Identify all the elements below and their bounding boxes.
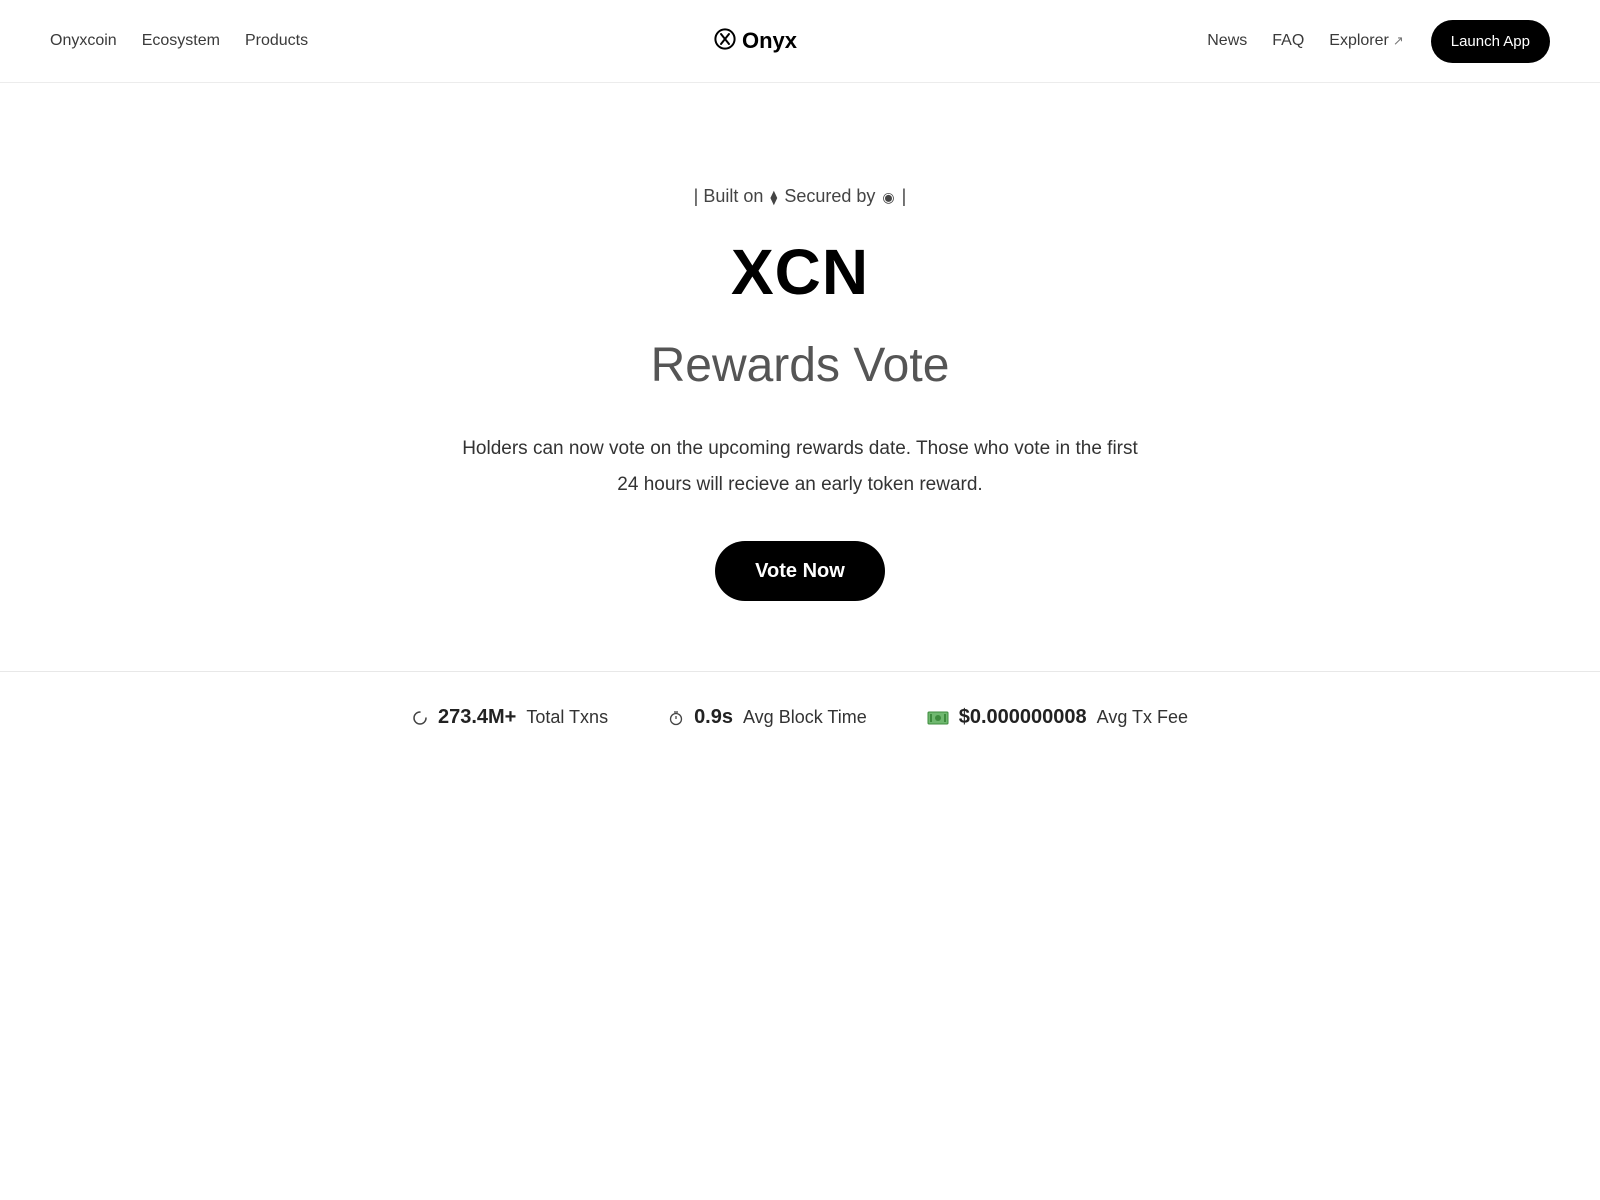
tagline: | Built on ⧫ Secured by ◉ | <box>0 186 1600 207</box>
stat-total-txns: 273.4M+ Total Txns <box>412 706 608 729</box>
brand-name: Onyx <box>742 28 798 53</box>
nav-link-faq[interactable]: FAQ <box>1272 32 1304 50</box>
nav-right-group: News FAQ Explorer ↗ Launch App <box>1207 0 1550 82</box>
launch-app-button[interactable]: Launch App <box>1430 19 1550 63</box>
stats-bar: 273.4M+ Total Txns 0.9s Avg Block Time $… <box>0 706 1600 729</box>
vote-now-button[interactable]: Vote Now <box>715 541 885 601</box>
stat-label: Avg Tx Fee <box>1096 707 1189 727</box>
refresh-icon <box>412 710 428 726</box>
security-target-icon: ◉ <box>882 189 895 205</box>
hero-section: | Built on ⧫ Secured by ◉ | XCN Rewards … <box>0 83 1600 672</box>
tagline-secured-by: Secured by <box>784 186 876 206</box>
tagline-built-on: | Built on <box>693 186 764 206</box>
stat-avg-block-time: 0.9s Avg Block Time <box>668 706 867 729</box>
hero-description: Holders can now vote on the upcoming rew… <box>462 438 1138 495</box>
nav-link-news[interactable]: News <box>1207 32 1247 50</box>
stat-label: Total Txns <box>526 707 609 727</box>
nav-link-onyxcoin[interactable]: Onyxcoin <box>50 32 117 50</box>
stopwatch-icon <box>668 710 684 726</box>
external-link-icon: ↗ <box>1392 33 1404 48</box>
nav-left-group: Onyxcoin Ecosystem Products <box>50 0 308 82</box>
stat-label: Avg Block Time <box>743 707 867 727</box>
onyx-logo-icon <box>714 27 736 55</box>
money-icon <box>927 711 949 725</box>
ethereum-icon: ⧫ <box>770 189 778 205</box>
stat-value: 0.9s <box>694 706 733 728</box>
stat-value: 273.4M+ <box>437 706 517 728</box>
page-title: Rewards Vote <box>650 339 950 392</box>
nav-link-explorer[interactable]: Explorer ↗ <box>1329 32 1403 50</box>
stat-avg-tx-fee: $0.000000008 Avg Tx Fee <box>927 706 1188 729</box>
nav-link-products[interactable]: Products <box>245 32 308 50</box>
brand-logo-link[interactable]: Onyx <box>714 0 797 82</box>
tagline-end: | <box>901 186 907 206</box>
top-navigation: Onyxcoin Ecosystem Products Onyx News FA… <box>0 0 1600 83</box>
stat-value: $0.000000008 <box>958 706 1087 728</box>
token-ticker: XCN <box>730 236 870 308</box>
nav-link-explorer-label: Explorer <box>1329 32 1389 49</box>
nav-link-ecosystem[interactable]: Ecosystem <box>142 32 220 50</box>
